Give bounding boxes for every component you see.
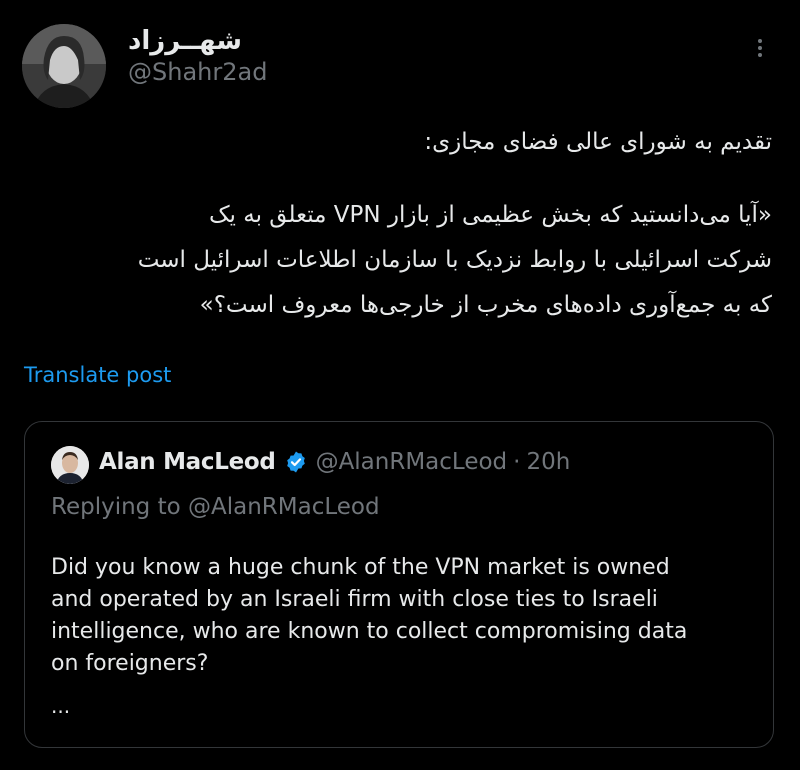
more-options-icon[interactable] [748, 36, 772, 66]
quoted-author-avatar-image [51, 446, 89, 484]
post-body: تقدیم به شورای عالی فضای مجازی: «آیا می‌… [12, 120, 772, 328]
author-handle[interactable]: @Shahr2ad [128, 58, 267, 86]
quoted-text: Did you know a huge chunk of the VPN mar… [51, 552, 751, 680]
quoted-text-line: and operated by an Israeli firm with clo… [51, 587, 658, 612]
quoted-tweet[interactable]: Alan MacLeod @AlanRMacLeod · 20h Replyin… [24, 421, 774, 748]
quoted-timestamp[interactable]: 20h [526, 449, 570, 475]
quoted-author-handle[interactable]: @AlanRMacLeod [316, 449, 508, 475]
author-display-name[interactable]: شهــرزاد [128, 26, 242, 56]
post-paragraph-1: تقدیم به شورای عالی فضای مجازی: [424, 129, 772, 155]
verified-badge-icon [286, 451, 305, 473]
quoted-text-line: Did you know a huge chunk of the VPN mar… [51, 555, 670, 580]
post-line: شرکت اسرائیلی با روابط نزدیک با سازمان ا… [137, 247, 772, 273]
quoted-header: Alan MacLeod @AlanRMacLeod · 20h [99, 449, 570, 475]
tweet-card: شهــرزاد @Shahr2ad تقدیم به شورای عالی ف… [0, 0, 800, 770]
post-line: «آیا می‌دانستید که بخش عظیمی از بازار VP… [208, 202, 772, 228]
replying-to-label: Replying to @AlanRMacLeod [51, 494, 380, 520]
quoted-text-line: intelligence, who are known to collect c… [51, 619, 688, 644]
quoted-text-line: on foreigners? [51, 651, 209, 676]
quoted-author-avatar [51, 446, 89, 484]
header-separator: · [513, 449, 521, 475]
author-avatar[interactable] [22, 24, 106, 108]
author-avatar-image [22, 24, 106, 108]
translate-post-link[interactable]: Translate post [24, 363, 171, 387]
quoted-author-name[interactable]: Alan MacLeod [99, 449, 276, 475]
post-line: که به جمع‌آوری داده‌های مخرب از خارجی‌ها… [199, 292, 772, 318]
truncation-ellipsis: ... [51, 694, 71, 718]
